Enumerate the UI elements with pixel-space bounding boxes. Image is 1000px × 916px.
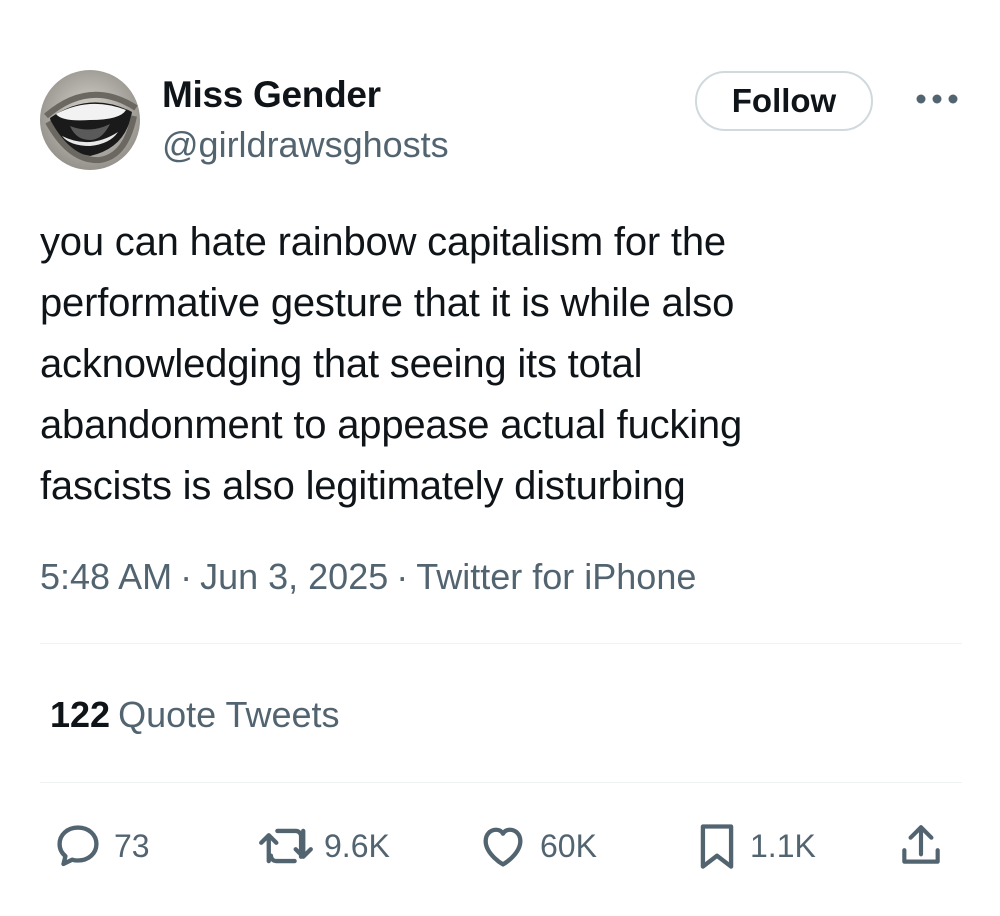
retweet-icon (259, 828, 313, 864)
reply-count: 73 (114, 827, 150, 864)
retweet-button[interactable]: 9.6K (258, 818, 390, 874)
bookmark-count: 1.1K (750, 827, 816, 864)
bookmark-button[interactable]: 1.1K (694, 818, 816, 874)
tweet-time[interactable]: 5:48 AM (40, 556, 172, 597)
user-handle[interactable]: @girldrawsghosts (162, 124, 449, 166)
follow-button[interactable]: Follow (695, 71, 873, 131)
heart-icon (483, 827, 523, 867)
tweet-meta: 5:48 AM · Jun 3, 2025 · Twitter for iPhone (40, 556, 696, 598)
divider (40, 643, 962, 644)
action-bar: 73 9.6K 60K 1.1K (0, 818, 1000, 874)
share-button[interactable] (896, 818, 946, 874)
avatar[interactable] (40, 70, 140, 170)
tweet-line: abandonment to appease actual fucking (40, 403, 743, 447)
divider (40, 782, 962, 783)
tweet-date[interactable]: Jun 3, 2025 (200, 556, 388, 597)
reply-button[interactable]: 73 (52, 818, 150, 874)
reply-icon (57, 825, 99, 867)
bookmark-icon (700, 824, 734, 869)
quote-label: Quote Tweets (118, 694, 340, 735)
tweet-source: Twitter for iPhone (416, 556, 697, 597)
more-icon[interactable] (912, 84, 962, 114)
share-icon (902, 825, 940, 864)
separator: · (180, 556, 193, 597)
separator: · (396, 556, 409, 597)
tweet-text: you can hate rainbow capitalism for the … (40, 212, 940, 517)
like-count: 60K (540, 827, 597, 864)
display-name[interactable]: Miss Gender (162, 74, 381, 116)
tweet-line: performative gesture that it is while al… (40, 281, 735, 325)
like-button[interactable]: 60K (476, 818, 597, 874)
tweet-line: fascists is also legitimately disturbing (40, 464, 686, 508)
quote-tweets-link[interactable]: 122 Quote Tweets (50, 694, 340, 736)
retweet-count: 9.6K (324, 827, 390, 864)
tweet-line: acknowledging that seeing its total (40, 342, 643, 386)
tweet-line: you can hate rainbow capitalism for the (40, 220, 726, 264)
quote-count: 122 (50, 694, 111, 735)
